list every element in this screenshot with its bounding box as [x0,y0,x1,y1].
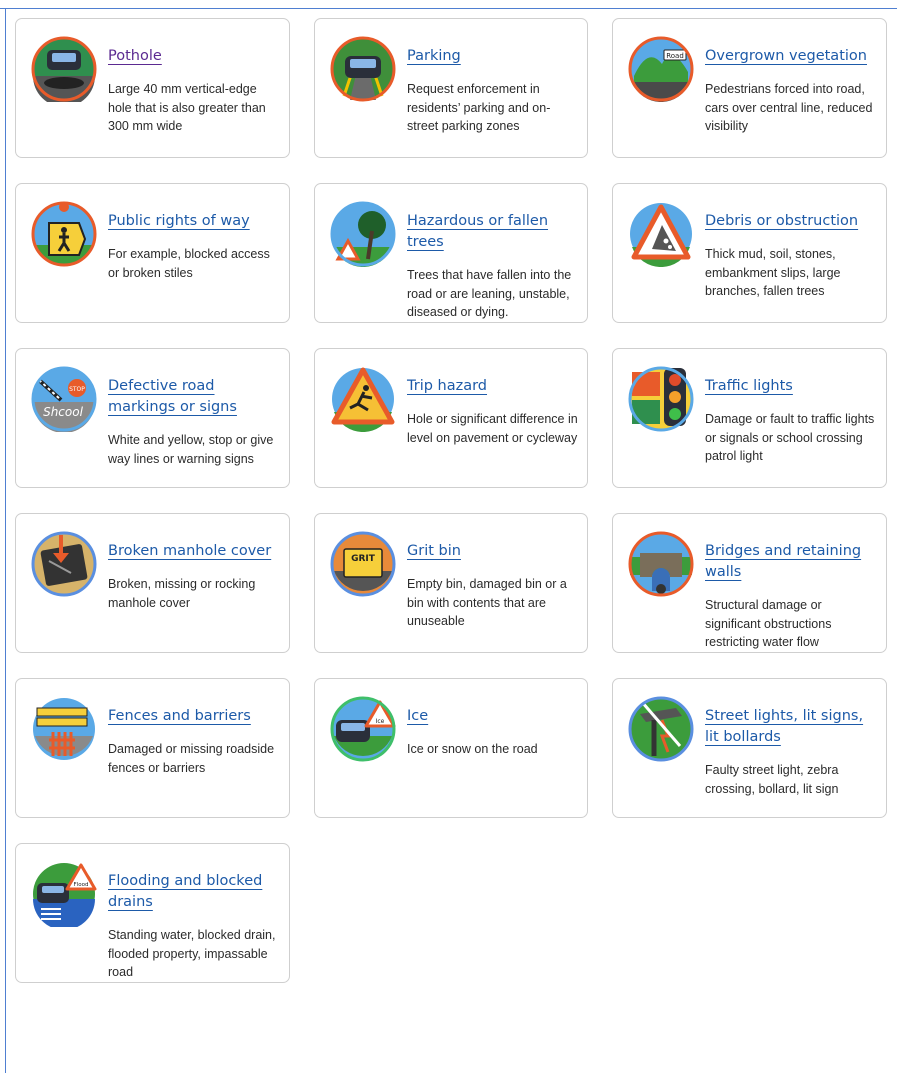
card-title[interactable]: Broken manhole cover [108,541,280,562]
card-manhole-cover[interactable]: Broken manhole cover Broken, missing or … [15,513,290,653]
card-parking[interactable]: Parking Request enforcement in residents… [314,18,588,158]
card-description: Ice or snow on the road [407,742,538,756]
card-title[interactable]: Traffic lights [705,376,877,397]
card-title[interactable]: Public rights of way [108,211,280,232]
card-traffic-lights[interactable]: Traffic lights Damage or fault to traffi… [612,348,887,488]
card-title[interactable]: Debris or obstruction [705,211,877,232]
report-category-grid: Pothole Large 40 mm vertical-edge hole t… [15,18,887,983]
card-title[interactable]: Hazardous or fallen trees [407,211,579,253]
card-description: Structural damage or significant obstruc… [705,598,832,649]
card-description: Hole or significant difference in level … [407,412,578,445]
card-flooding-drains[interactable]: Flood Flooding and blocked drains Standi… [15,843,290,983]
page-frame-top [0,8,897,9]
card-title[interactable]: Fences and barriers [108,706,280,727]
card-title[interactable]: Trip hazard [407,376,579,397]
card-ice[interactable]: Ice Ice Ice or snow on the road [314,678,588,818]
card-description: Large 40 mm vertical-edge hole that is a… [108,82,266,133]
ice-sign-text: Ice [376,718,385,725]
card-debris-obstruction[interactable]: Debris or obstruction Thick mud, soil, s… [612,183,887,323]
card-description: Empty bin, damaged bin or a bin with con… [407,577,567,628]
card-fences-barriers[interactable]: Fences and barriers Damaged or missing r… [15,678,290,818]
card-hazardous-trees[interactable]: Hazardous or fallen trees Trees that hav… [314,183,588,323]
card-title[interactable]: Ice [407,706,579,727]
traffic-lights-icon [628,366,694,432]
road-sign-text: Road [666,52,684,60]
fence-icon [31,696,97,762]
page-frame-left [5,8,6,1073]
card-description: Damaged or missing roadside fences or ba… [108,742,275,775]
card-title[interactable]: Pothole [108,46,280,67]
card-title[interactable]: Bridges and retaining walls [705,541,877,583]
card-public-rights-of-way[interactable]: Public rights of way For example, blocke… [15,183,290,323]
card-pothole[interactable]: Pothole Large 40 mm vertical-edge hole t… [15,18,290,158]
card-description: Trees that have fallen into the road or … [407,268,572,319]
card-title[interactable]: Parking [407,46,579,67]
card-description: Broken, missing or rocking manhole cover [108,577,256,610]
card-description: Standing water, blocked drain, flooded p… [108,928,276,979]
street-light-icon [628,696,694,762]
card-description: Damage or fault to traffic lights or sig… [705,412,875,463]
debris-icon [628,201,694,267]
grit-bin-icon: GRIT [330,531,396,597]
card-title[interactable]: Flooding and blocked drains [108,871,280,913]
bridge-icon [628,531,694,597]
card-bridges-walls[interactable]: Bridges and retaining walls Structural d… [612,513,887,653]
grit-label-text: GRIT [351,554,376,564]
card-title[interactable]: Overgrown vegetation [705,46,877,67]
manhole-icon [31,531,97,597]
stop-sign-text: STOP [69,386,85,393]
road-markings-icon: STOP Shcool [31,366,97,432]
rights-of-way-icon [31,201,97,267]
parking-icon [330,36,396,102]
trip-hazard-icon [330,366,396,432]
fallen-tree-icon [330,201,396,267]
card-description: Request enforcement in residents’ parkin… [407,82,551,133]
card-overgrown-vegetation[interactable]: Road Overgrown vegetation Pedestrians fo… [612,18,887,158]
card-description: White and yellow, stop or give way lines… [108,433,274,466]
card-description: Pedestrians forced into road, cars over … [705,82,873,133]
card-title[interactable]: Defective road markings or signs [108,376,280,418]
flood-sign-text: Flood [74,882,89,888]
road-marking-text: Shcool [43,405,84,419]
card-description: Thick mud, soil, stones, embankment slip… [705,247,841,298]
card-title[interactable]: Grit bin [407,541,579,562]
card-road-markings[interactable]: STOP Shcool Defective road markings or s… [15,348,290,488]
card-description: For example, blocked access or broken st… [108,247,270,280]
card-description: Faulty street light, zebra crossing, bol… [705,763,839,796]
flooding-icon: Flood [31,861,97,927]
card-title[interactable]: Street lights, lit signs, lit bollards [705,706,877,748]
vegetation-icon: Road [628,36,694,102]
ice-icon: Ice [330,696,396,762]
pothole-icon [31,36,97,102]
card-street-lights[interactable]: Street lights, lit signs, lit bollards F… [612,678,887,818]
card-grit-bin[interactable]: GRIT Grit bin Empty bin, damaged bin or … [314,513,588,653]
card-trip-hazard[interactable]: Trip hazard Hole or significant differen… [314,348,588,488]
